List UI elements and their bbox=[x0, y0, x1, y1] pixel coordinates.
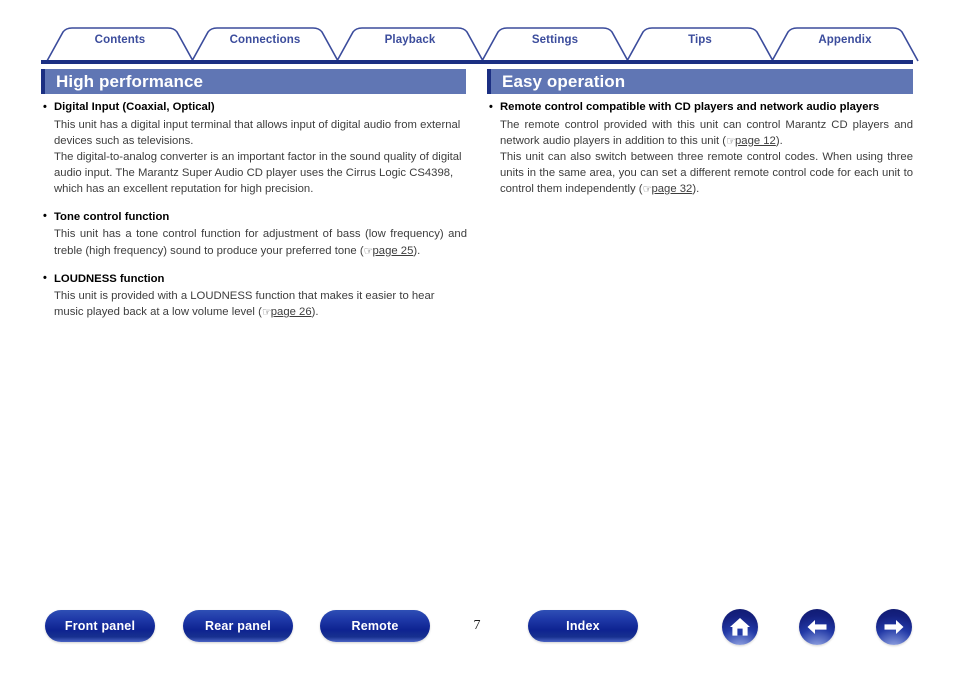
paragraph-text-tail: ). bbox=[413, 244, 421, 257]
tab-tips[interactable]: Tips bbox=[642, 34, 758, 46]
tab-bar: Contents Connections Playback Settings T… bbox=[0, 25, 954, 62]
next-page-button[interactable] bbox=[876, 609, 912, 645]
block-body: This unit has a digital input terminal t… bbox=[43, 117, 467, 197]
manual-page: Contents Connections Playback Settings T… bbox=[0, 0, 954, 673]
pointing-hand-icon: ☞ bbox=[363, 245, 373, 258]
block-body: This unit is provided with a LOUDNESS fu… bbox=[43, 288, 467, 320]
pointing-hand-icon: ☞ bbox=[642, 183, 652, 196]
section-title-left: High performance bbox=[56, 72, 204, 91]
arrow-right-icon bbox=[884, 620, 904, 634]
paragraph-text-tail: ). bbox=[775, 134, 783, 147]
remote-button[interactable]: Remote bbox=[320, 610, 430, 642]
paragraph-text: This unit is provided with a LOUDNESS fu… bbox=[54, 290, 435, 319]
block-title: Remote control compatible with CD player… bbox=[489, 100, 913, 116]
page-number: 7 bbox=[473, 618, 481, 633]
block-title: Tone control function bbox=[43, 209, 467, 226]
content-block: Remote control compatible with CD player… bbox=[489, 100, 913, 197]
arrow-left-icon bbox=[807, 620, 827, 634]
paragraph: The remote control provided with this un… bbox=[500, 117, 913, 149]
content-block: LOUDNESS function This unit is provided … bbox=[43, 271, 467, 321]
block-body: The remote control provided with this un… bbox=[489, 117, 913, 197]
paragraph: This unit can also switch between three … bbox=[500, 149, 913, 197]
content-block: Tone control function This unit has a to… bbox=[43, 209, 467, 259]
pointing-hand-icon: ☞ bbox=[726, 135, 735, 148]
paragraph-text-tail: ). bbox=[692, 182, 700, 195]
home-button[interactable] bbox=[722, 609, 758, 645]
tab-playback[interactable]: Playback bbox=[352, 34, 468, 46]
paragraph-text: This unit can also switch between three … bbox=[500, 150, 913, 195]
paragraph-text-tail: ). bbox=[311, 306, 319, 319]
rear-panel-button[interactable]: Rear panel bbox=[183, 610, 293, 642]
page-link[interactable]: page 32 bbox=[651, 183, 692, 195]
tab-appendix[interactable]: Appendix bbox=[787, 34, 903, 46]
tab-underline-rule bbox=[41, 60, 913, 64]
page-link[interactable]: page 12 bbox=[735, 135, 776, 147]
home-icon bbox=[730, 618, 750, 636]
pointing-hand-icon: ☞ bbox=[261, 306, 271, 319]
tab-connections[interactable]: Connections bbox=[207, 34, 323, 46]
section-header-easy-operation: Easy operation bbox=[487, 69, 913, 94]
block-title: Digital Input (Coaxial, Optical) bbox=[43, 100, 467, 116]
footer-navigation: Front panel Rear panel Remote 7 Index bbox=[0, 605, 954, 655]
left-content-column: Digital Input (Coaxial, Optical) This un… bbox=[43, 100, 467, 320]
block-title: LOUDNESS function bbox=[43, 271, 467, 288]
section-title-right: Easy operation bbox=[502, 72, 626, 91]
tab-settings[interactable]: Settings bbox=[497, 34, 613, 46]
paragraph: This unit has a tone control function fo… bbox=[54, 226, 467, 258]
front-panel-button[interactable]: Front panel bbox=[45, 610, 155, 642]
block-body: This unit has a tone control function fo… bbox=[43, 226, 467, 258]
paragraph: This unit is provided with a LOUDNESS fu… bbox=[54, 288, 467, 320]
page-link[interactable]: page 25 bbox=[373, 245, 414, 257]
index-button[interactable]: Index bbox=[528, 610, 638, 642]
previous-page-button[interactable] bbox=[799, 609, 835, 645]
paragraph-text: The remote control provided with this un… bbox=[500, 118, 913, 147]
page-link[interactable]: page 26 bbox=[271, 306, 312, 318]
content-block: Digital Input (Coaxial, Optical) This un… bbox=[43, 100, 467, 197]
paragraph: This unit has a digital input terminal t… bbox=[54, 118, 461, 147]
tab-contents[interactable]: Contents bbox=[62, 34, 178, 46]
right-content-column: Remote control compatible with CD player… bbox=[489, 100, 913, 197]
paragraph: The digital-to-analog converter is an im… bbox=[54, 150, 462, 195]
section-header-high-performance: High performance bbox=[41, 69, 466, 94]
